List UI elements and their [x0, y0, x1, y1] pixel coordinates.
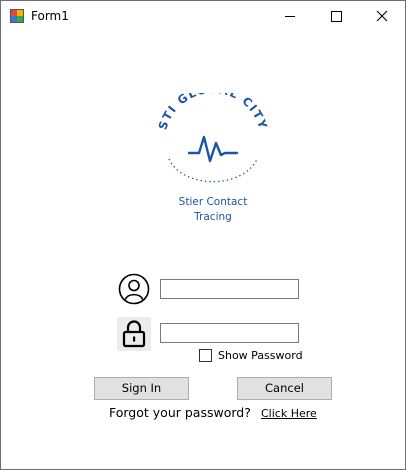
svg-text:STI GLOBAL CITY: STI GLOBAL CITY	[155, 93, 270, 131]
title-bar[interactable]: Form1	[1, 1, 405, 31]
logo-caption-line2: Tracing	[194, 211, 232, 223]
user-circle-icon	[118, 273, 150, 305]
close-button[interactable]	[359, 1, 405, 31]
padlock-icon	[122, 320, 146, 348]
maximize-button[interactable]	[313, 1, 359, 31]
sti-logo: STI GLOBAL CITY	[155, 93, 270, 183]
logo-arc-text: STI GLOBAL CITY	[155, 93, 269, 131]
minimize-button[interactable]	[267, 1, 313, 31]
window-title: Form1	[31, 9, 69, 23]
logo-caption: Stier Contact Tracing	[151, 195, 275, 225]
forgot-password-text: Forgot your password?	[109, 405, 251, 420]
form-app-icon	[10, 9, 24, 23]
show-password-label[interactable]: Show Password	[218, 349, 303, 362]
cancel-button[interactable]: Cancel	[237, 377, 332, 400]
heartbeat-pulse-icon	[187, 135, 239, 163]
logo-caption-line1: Stier Contact	[178, 196, 248, 208]
lock-icon-box	[117, 317, 151, 351]
login-window: Form1 STI GLOBAL CITY Stier Co	[0, 0, 406, 470]
maximize-icon	[331, 11, 342, 22]
sign-in-button[interactable]: Sign In	[94, 377, 189, 400]
minimize-icon	[285, 16, 295, 17]
logo-dotted-arc	[168, 158, 258, 183]
show-password-checkbox[interactable]	[199, 349, 212, 362]
password-field[interactable]	[160, 323, 299, 343]
click-here-link[interactable]: Click Here	[261, 407, 317, 420]
username-field[interactable]	[160, 279, 299, 299]
close-icon	[376, 10, 388, 22]
